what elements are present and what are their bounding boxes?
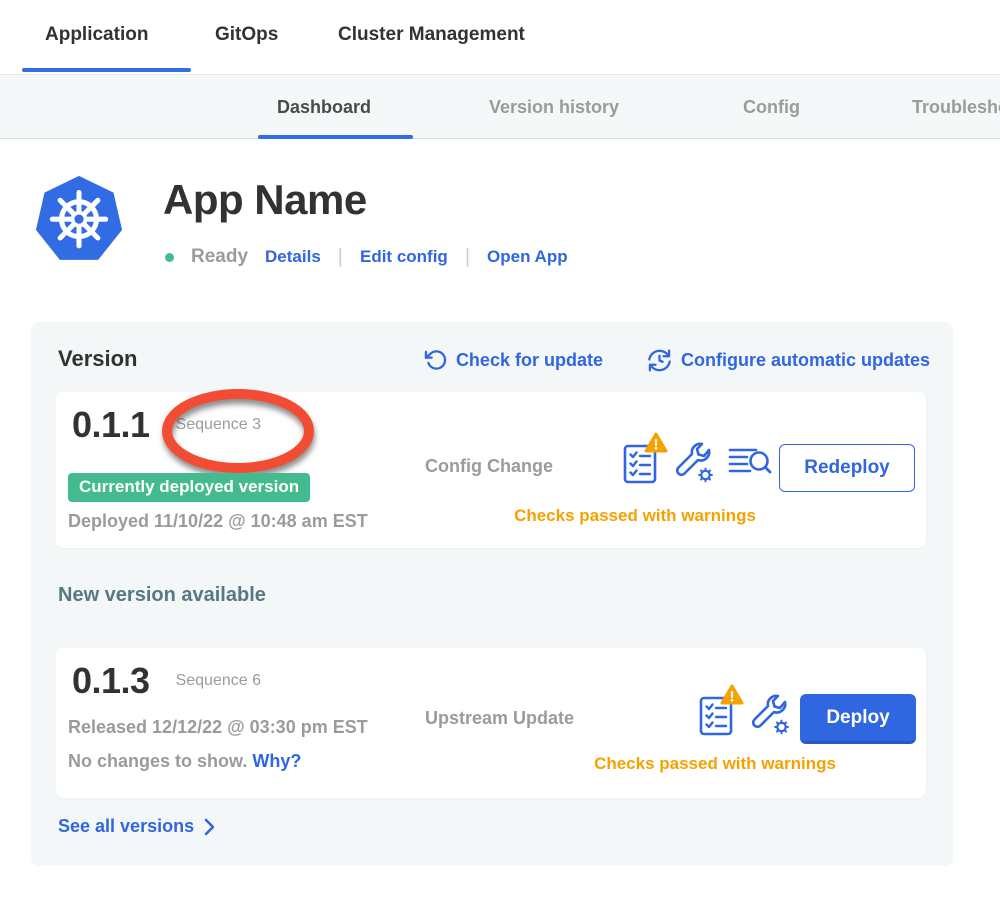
deployed-timestamp: Deployed 11/10/22 @ 10:48 am EST [68, 511, 368, 532]
status-dot [165, 253, 174, 262]
version-source-label: Config Change [425, 456, 553, 477]
kubernetes-logo [33, 172, 125, 270]
active-subtab-underline [258, 135, 413, 139]
no-changes-text: No changes to show. Why? [68, 751, 301, 772]
checks-status-text[interactable]: Checks passed with warnings [540, 754, 890, 774]
released-timestamp: Released 12/12/22 @ 03:30 pm EST [68, 717, 368, 738]
version-status-icons [698, 690, 791, 742]
current-version-sequence: Sequence 3 [176, 416, 261, 434]
version-section: Version Check for update Configure autom… [31, 322, 953, 866]
current-version-row: 0.1.1 Sequence 3 [72, 404, 261, 446]
view-diff-button[interactable] [728, 444, 772, 485]
warning-triangle-icon [720, 684, 744, 705]
clock-refresh-icon [647, 348, 672, 373]
why-link[interactable]: Why? [252, 751, 301, 771]
preflight-checks-button[interactable] [698, 691, 736, 742]
preflight-checks-button[interactable] [622, 439, 660, 490]
edit-config-values-button[interactable] [673, 440, 715, 489]
warning-triangle-icon [644, 432, 668, 453]
wrench-gear-icon [673, 440, 715, 484]
new-version-number: 0.1.3 [72, 660, 150, 702]
view-diff-icon [728, 444, 772, 480]
edit-config-link[interactable]: Edit config [360, 247, 448, 267]
configure-automatic-updates-button[interactable]: Configure automatic updates [647, 348, 930, 373]
version-status-icons [622, 438, 772, 490]
wrench-gear-icon [749, 692, 791, 736]
checks-status-text[interactable]: Checks passed with warnings [460, 506, 810, 526]
tab-dashboard[interactable]: Dashboard [277, 75, 371, 139]
tab-version-history[interactable]: Version history [489, 75, 619, 139]
new-version-heading: New version available [58, 584, 266, 607]
tab-application[interactable]: Application [45, 0, 148, 70]
tab-config[interactable]: Config [743, 75, 800, 139]
new-version-row: 0.1.3 Sequence 6 [72, 660, 261, 702]
new-version-card: 0.1.3 Sequence 6 Released 12/12/22 @ 03:… [56, 648, 926, 798]
deploy-button[interactable]: Deploy [800, 694, 916, 744]
refresh-icon [424, 349, 447, 372]
status-label: Ready [191, 246, 248, 268]
version-source-label: Upstream Update [425, 708, 574, 729]
divider: | [338, 246, 343, 269]
chevron-right-icon [204, 818, 215, 836]
see-all-versions-link[interactable]: See all versions [58, 816, 215, 837]
divider: | [465, 246, 470, 269]
update-actions: Check for update Configure automatic upd… [424, 348, 930, 373]
app-sub-nav: Dashboard Version history Config Trouble… [0, 75, 1000, 139]
redeploy-button[interactable]: Redeploy [779, 444, 915, 492]
open-app-link[interactable]: Open App [487, 247, 568, 267]
check-for-update-button[interactable]: Check for update [424, 349, 603, 372]
details-link[interactable]: Details [265, 247, 321, 267]
current-version-card: 0.1.1 Sequence 3 Currently deployed vers… [56, 392, 926, 548]
edit-config-values-button[interactable] [749, 692, 791, 741]
new-version-sequence: Sequence 6 [176, 672, 261, 690]
current-version-number: 0.1.1 [72, 404, 150, 446]
page-title: App Name [163, 176, 367, 224]
primary-nav: Application GitOps Cluster Management [0, 0, 1000, 75]
active-tab-underline [22, 68, 191, 72]
tab-gitops[interactable]: GitOps [215, 0, 278, 70]
app-status-row: Ready Details | Edit config | Open App [165, 244, 568, 270]
version-heading: Version [58, 346, 137, 372]
tab-troubleshoot[interactable]: Troubleshoot [912, 75, 1000, 139]
currently-deployed-badge: Currently deployed version [68, 473, 310, 502]
tab-cluster-management[interactable]: Cluster Management [338, 0, 525, 70]
